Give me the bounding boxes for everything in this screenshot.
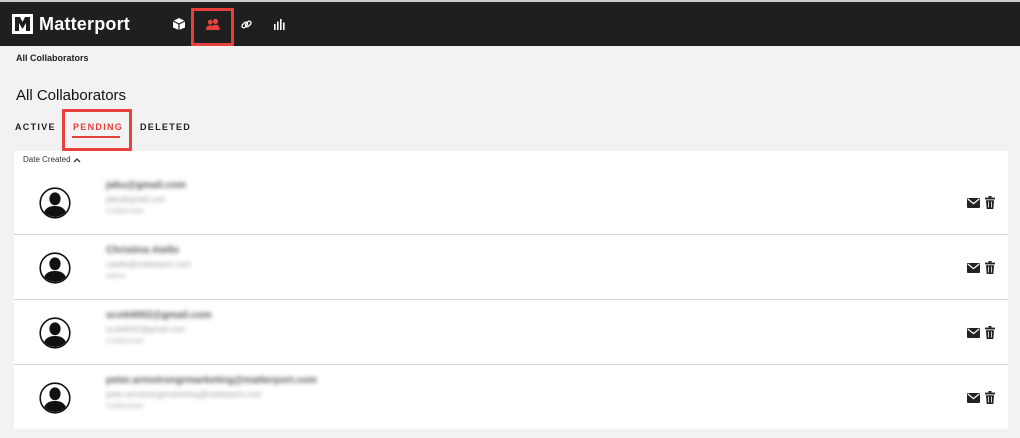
trash-icon[interactable] [985,196,995,209]
collaborators-icon[interactable] [203,14,223,34]
top-navigation-bar: Matterport [0,0,1020,46]
collaborator-info: jabu@gmail.com jabu@gmail.com Collaborat… [106,179,186,218]
collaborator-role: Collaborator [106,403,145,410]
collaborator-role: Collaborator [106,338,145,345]
trash-icon[interactable] [985,326,995,339]
collaborator-row[interactable]: jabu@gmail.com jabu@gmail.com Collaborat… [14,171,1008,235]
email-icon[interactable] [967,263,980,273]
tab-deleted[interactable]: DELETED [140,122,191,132]
avatar [39,252,71,284]
link-icon[interactable] [236,14,256,34]
collaborator-role: Admin [106,273,126,280]
email-icon[interactable] [967,198,980,208]
email-icon[interactable] [967,393,980,403]
collaborator-email: jabu@gmail.com [106,195,166,204]
matterport-logo[interactable]: Matterport [12,14,130,34]
tab-active[interactable]: ACTIVE [15,122,56,132]
collaborator-name: jabu@gmail.com [106,180,186,191]
analytics-icon[interactable] [270,14,290,34]
collaborator-row[interactable]: scott4002@gmail.com scott4002@gmail.com … [14,301,1008,365]
collaborator-name: peter.armstrongrmarketing@matterport.com [106,375,317,386]
chevron-up-icon [73,157,81,162]
breadcrumb[interactable]: All Collaborators [16,53,89,63]
collaborator-row[interactable]: Christina Aiello caiello@matterport.com … [14,236,1008,300]
brand-name: Matterport [39,14,130,34]
collaborator-name: Christina Aiello [106,245,179,256]
avatar [39,317,71,349]
collaborator-email: peter.armstrongrmarketing@matterport.com [106,390,262,399]
collaborator-info: peter.armstrongrmarketing@matterport.com… [106,374,317,413]
collaborator-name: scott4002@gmail.com [106,310,212,321]
matterport-logo-icon [12,14,33,34]
collaborator-role: Collaborator [106,208,145,215]
cube-icon[interactable] [169,14,189,34]
collaborators-panel: Date Created jabu@gmail.com jabu@gmail.c… [14,151,1008,429]
email-icon[interactable] [967,328,980,338]
trash-icon[interactable] [985,261,995,274]
trash-icon[interactable] [985,391,995,404]
avatar [39,187,71,219]
collaborator-row[interactable]: peter.armstrongrmarketing@matterport.com… [14,366,1008,430]
collaborator-email: scott4002@gmail.com [106,325,186,334]
collaborator-email: caiello@matterport.com [106,260,191,269]
sort-label: Date Created [23,155,71,164]
avatar [39,382,71,414]
sort-date-created[interactable]: Date Created [23,155,81,164]
collaborator-info: scott4002@gmail.com scott4002@gmail.com … [106,309,211,348]
pending-tab-highlight [62,109,132,151]
page-title: All Collaborators [16,87,127,104]
collaborator-info: Christina Aiello caiello@matterport.com … [106,244,191,283]
